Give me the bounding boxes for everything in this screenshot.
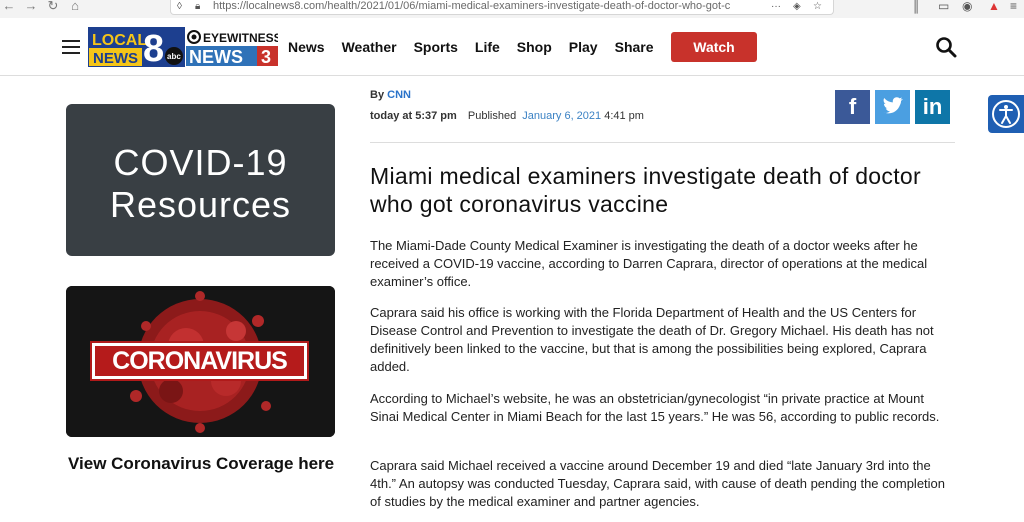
abc-network-label: abc [167,52,181,61]
back-icon[interactable]: ← [2,0,16,14]
facebook-share-icon[interactable]: f [835,90,870,124]
twitter-share-icon[interactable] [875,90,910,124]
browser-toolbar: ← → ↻ ⌂ ◊ 🔒︎ https://localnews8.com/heal… [0,0,1024,19]
menu-icon[interactable]: ≡ [1010,0,1017,12]
published-time: 4:41 pm [604,110,644,122]
article-paragraph: Caprara said Michael received a vaccine … [370,458,946,509]
main-nav: News Weather Sports Life Shop Play Share [288,38,671,56]
tracking-shield-icon[interactable]: ◊ [177,1,182,13]
sidebar-icon[interactable]: ▭ [938,0,949,12]
nav-sports[interactable]: Sports [414,38,458,56]
byline: By CNN [370,89,411,101]
view-coverage-link[interactable]: View Coronavirus Coverage here [68,452,338,476]
home-icon[interactable]: ⌂ [68,0,82,14]
coronavirus-banner-label: CORONAVIRUS [90,341,309,381]
twitter-bird-icon [883,97,903,114]
byline-source-link[interactable]: CNN [387,89,411,101]
logo-8-numeral: 8 [143,28,164,67]
account-icon[interactable]: ◉ [962,0,972,12]
pocket-icon[interactable]: ◈ [793,1,801,13]
nav-share[interactable]: Share [615,38,654,56]
updated-time: today at 5:37 pm [370,110,457,122]
site-header: LOCAL NEWS 8 abc EYEWITNESS NEWS 3 News … [0,18,1024,76]
accessibility-icon [992,100,1020,128]
search-icon[interactable] [935,36,957,58]
local-news-8-logo[interactable]: LOCAL NEWS 8 abc [88,27,185,67]
covid-resources-line2: Resources [109,184,292,225]
logo-3-numeral: 3 [261,47,271,67]
logo-news-3-text: NEWS [189,47,243,67]
eyewitness-news-3-logo[interactable]: EYEWITNESS NEWS 3 [186,27,278,67]
lock-icon[interactable]: 🔒︎ [195,1,200,13]
article-paragraph: The Miami-Dade County Medical Examiner i… [370,238,928,289]
alert-icon[interactable]: ▲ [988,0,1000,12]
nav-news[interactable]: News [288,38,325,56]
byline-prefix: By [370,89,385,101]
address-bar[interactable]: ◊ 🔒︎ https://localnews8.com/health/2021/… [170,0,834,15]
linkedin-share-icon[interactable]: in [915,90,950,124]
logo-eyewitness-text: EYEWITNESS [203,31,278,45]
nav-shop[interactable]: Shop [517,38,552,56]
logo-local-text: LOCAL [92,32,147,49]
watch-button[interactable]: Watch [671,32,757,62]
bookmark-star-icon[interactable]: ☆ [813,1,822,13]
covid-resources-card[interactable]: COVID-19 Resources [66,104,335,256]
article-divider [370,142,955,143]
published-date-link[interactable]: January 6, 2021 [522,110,601,122]
nav-play[interactable]: Play [569,38,598,56]
published-label: Published [467,110,517,122]
coronavirus-banner-text: CORONAVIRUS [95,346,304,376]
article-paragraph: Caprara said his office is working with … [370,305,934,374]
page-actions-icon[interactable]: ··· [771,1,781,13]
nav-life[interactable]: Life [475,38,500,56]
hamburger-menu-icon[interactable] [62,40,80,54]
coronavirus-banner-image[interactable]: CORONAVIRUS [66,286,335,437]
url-text[interactable]: https://localnews8.com/health/2021/01/06… [213,0,730,12]
library-icon[interactable]: ║ [912,0,921,12]
article-headline: Miami medical examiners investigate deat… [370,163,921,217]
reload-icon[interactable]: ↻ [46,0,60,14]
logo-news-text: NEWS [93,50,138,67]
covid-resources-line1: COVID-19 [113,142,288,183]
accessibility-button[interactable] [988,95,1024,133]
dateline: today at 5:37 pm Published January 6, 20… [370,110,644,122]
nav-weather[interactable]: Weather [342,38,397,56]
social-share-buttons: f in [835,90,955,124]
article-paragraph: According to Michael’s website, he was a… [370,391,940,424]
forward-icon[interactable]: → [24,0,38,14]
